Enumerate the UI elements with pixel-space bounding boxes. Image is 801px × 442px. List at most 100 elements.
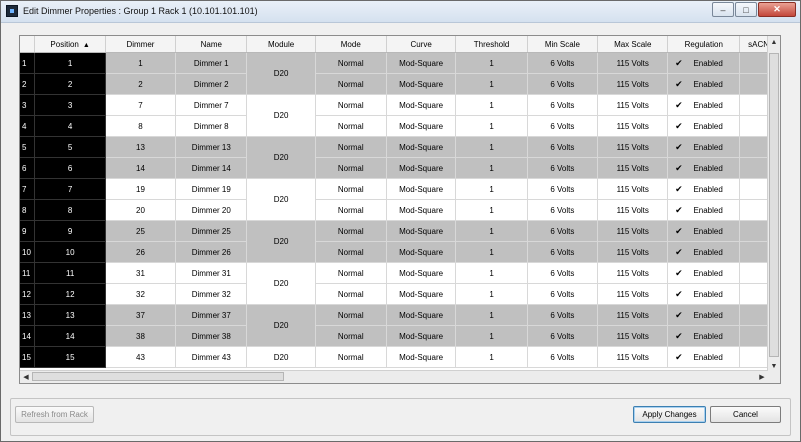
- cell-min-scale[interactable]: 6 Volts: [527, 220, 599, 242]
- cell-mode[interactable]: Normal: [315, 304, 387, 326]
- cell-name[interactable]: Dimmer 1: [175, 52, 248, 74]
- cell-min-scale[interactable]: 6 Volts: [527, 52, 599, 74]
- cell-min-scale[interactable]: 6 Volts: [527, 157, 599, 179]
- table-row[interactable]: 7 7 19 Dimmer 19 D20 Normal Mod-Square 1 6 Volts…: [20, 178, 780, 221]
- checkbox-checked-icon[interactable]: ✔: [674, 247, 683, 258]
- cell-name[interactable]: Dimmer 38: [175, 325, 248, 347]
- cell-name[interactable]: Dimmer 8: [175, 115, 248, 137]
- column-header-module[interactable]: Module: [246, 36, 316, 53]
- cell-threshold[interactable]: 1: [455, 73, 528, 95]
- cell-threshold[interactable]: 1: [455, 199, 528, 221]
- cell-dimmer[interactable]: 2: [105, 73, 177, 95]
- table-row[interactable]: 3 3 7 Dimmer 7 D20 Normal Mod-Square 1 6 Volts 11…: [20, 94, 780, 137]
- cell-name[interactable]: Dimmer 43: [175, 346, 248, 368]
- row-header[interactable]: 2: [20, 73, 36, 95]
- cell-threshold[interactable]: 1: [455, 136, 528, 158]
- vertical-scroll-thumb[interactable]: [769, 53, 779, 357]
- cell-regulation[interactable]: ✔ Enabled: [667, 199, 741, 221]
- table-row[interactable]: 6 6 14 Dimmer 14 Normal Mod-Square 1 6 Volts 115…: [20, 157, 780, 179]
- row-header[interactable]: 1: [20, 52, 36, 74]
- cell-mode[interactable]: Normal: [315, 346, 387, 368]
- cell-name[interactable]: Dimmer 32: [175, 283, 248, 305]
- cell-max-scale[interactable]: 115 Volts: [597, 178, 669, 200]
- cell-curve[interactable]: Mod-Square: [386, 73, 457, 95]
- table-row[interactable]: 14 14 38 Dimmer 38 Normal Mod-Square 1 6 Volts 1…: [20, 325, 780, 347]
- cell-curve[interactable]: Mod-Square: [386, 220, 457, 242]
- cell-position[interactable]: 4: [34, 115, 106, 137]
- cell-mode[interactable]: Normal: [315, 94, 387, 116]
- cell-curve[interactable]: Mod-Square: [386, 241, 457, 263]
- cell-module[interactable]: D20: [246, 304, 316, 347]
- column-header-threshold[interactable]: Threshold: [455, 36, 528, 53]
- cell-min-scale[interactable]: 6 Volts: [527, 346, 599, 368]
- cell-dimmer[interactable]: 25: [105, 220, 177, 242]
- checkbox-checked-icon[interactable]: ✔: [674, 184, 683, 195]
- cell-position[interactable]: 12: [34, 283, 106, 305]
- cell-max-scale[interactable]: 115 Volts: [597, 241, 669, 263]
- cell-max-scale[interactable]: 115 Volts: [597, 94, 669, 116]
- cell-dimmer[interactable]: 8: [105, 115, 177, 137]
- cell-mode[interactable]: Normal: [315, 157, 387, 179]
- cell-regulation[interactable]: ✔ Enabled: [667, 346, 741, 368]
- cell-curve[interactable]: Mod-Square: [386, 157, 457, 179]
- table-row[interactable]: 9 9 25 Dimmer 25 D20 Normal Mod-Square 1 6 Volts…: [20, 220, 780, 263]
- cell-threshold[interactable]: 1: [455, 220, 528, 242]
- cell-max-scale[interactable]: 115 Volts: [597, 136, 669, 158]
- apply-changes-button[interactable]: Apply Changes: [633, 406, 706, 423]
- cell-mode[interactable]: Normal: [315, 52, 387, 74]
- table-row[interactable]: 11 11 31 Dimmer 31 D20 Normal Mod-Square 1 6 Vol…: [20, 262, 780, 305]
- cell-name[interactable]: Dimmer 7: [175, 94, 248, 116]
- title-bar[interactable]: Edit Dimmer Properties : Group 1 Rack 1 …: [1, 1, 800, 23]
- cell-name[interactable]: Dimmer 19: [175, 178, 248, 200]
- cell-position[interactable]: 7: [34, 178, 106, 200]
- scroll-up-icon[interactable]: ▲: [768, 36, 780, 48]
- cell-regulation[interactable]: ✔ Enabled: [667, 157, 741, 179]
- row-header[interactable]: 9: [20, 220, 36, 242]
- column-header-max-scale[interactable]: Max Scale: [597, 36, 669, 53]
- cell-module[interactable]: D20: [246, 94, 316, 137]
- refresh-from-rack-button[interactable]: Refresh from Rack: [15, 406, 94, 423]
- cell-position[interactable]: 14: [34, 325, 106, 347]
- cell-curve[interactable]: Mod-Square: [386, 178, 457, 200]
- cell-regulation[interactable]: ✔ Enabled: [667, 94, 741, 116]
- cell-threshold[interactable]: 1: [455, 94, 528, 116]
- cell-position[interactable]: 9: [34, 220, 106, 242]
- checkbox-checked-icon[interactable]: ✔: [674, 163, 683, 174]
- checkbox-checked-icon[interactable]: ✔: [674, 100, 683, 111]
- cell-dimmer[interactable]: 38: [105, 325, 177, 347]
- row-header[interactable]: 12: [20, 283, 36, 305]
- checkbox-checked-icon[interactable]: ✔: [674, 58, 683, 69]
- close-button[interactable]: ✕: [758, 2, 796, 17]
- table-row[interactable]: 10 10 26 Dimmer 26 Normal Mod-Square 1 6 Volts 1…: [20, 241, 780, 263]
- table-row[interactable]: 8 8 20 Dimmer 20 Normal Mod-Square 1 6 Volts 115…: [20, 199, 780, 221]
- cell-mode[interactable]: Normal: [315, 220, 387, 242]
- cell-max-scale[interactable]: 115 Volts: [597, 157, 669, 179]
- checkbox-checked-icon[interactable]: ✔: [674, 331, 683, 342]
- cell-threshold[interactable]: 1: [455, 325, 528, 347]
- cell-min-scale[interactable]: 6 Volts: [527, 115, 599, 137]
- cell-min-scale[interactable]: 6 Volts: [527, 283, 599, 305]
- cell-dimmer[interactable]: 7: [105, 94, 177, 116]
- cell-name[interactable]: Dimmer 2: [175, 73, 248, 95]
- cell-module[interactable]: D20: [246, 262, 316, 305]
- table-row[interactable]: 12 12 32 Dimmer 32 Normal Mod-Square 1 6 Volts 1…: [20, 283, 780, 305]
- table-row[interactable]: 5 5 13 Dimmer 13 D20 Normal Mod-Square 1 6 Volts…: [20, 136, 780, 179]
- cell-threshold[interactable]: 1: [455, 115, 528, 137]
- cell-regulation[interactable]: ✔ Enabled: [667, 115, 741, 137]
- cancel-button[interactable]: Cancel: [710, 406, 781, 423]
- cell-mode[interactable]: Normal: [315, 115, 387, 137]
- cell-curve[interactable]: Mod-Square: [386, 304, 457, 326]
- cell-mode[interactable]: Normal: [315, 73, 387, 95]
- cell-regulation[interactable]: ✔ Enabled: [667, 220, 741, 242]
- column-header-dimmer[interactable]: Dimmer: [105, 36, 177, 53]
- cell-regulation[interactable]: ✔ Enabled: [667, 262, 741, 284]
- cell-max-scale[interactable]: 115 Volts: [597, 304, 669, 326]
- cell-regulation[interactable]: ✔ Enabled: [667, 325, 741, 347]
- cell-max-scale[interactable]: 115 Volts: [597, 283, 669, 305]
- cell-regulation[interactable]: ✔ Enabled: [667, 52, 741, 74]
- cell-dimmer[interactable]: 32: [105, 283, 177, 305]
- cell-threshold[interactable]: 1: [455, 346, 528, 368]
- cell-threshold[interactable]: 1: [455, 262, 528, 284]
- checkbox-checked-icon[interactable]: ✔: [674, 289, 683, 300]
- cell-min-scale[interactable]: 6 Volts: [527, 262, 599, 284]
